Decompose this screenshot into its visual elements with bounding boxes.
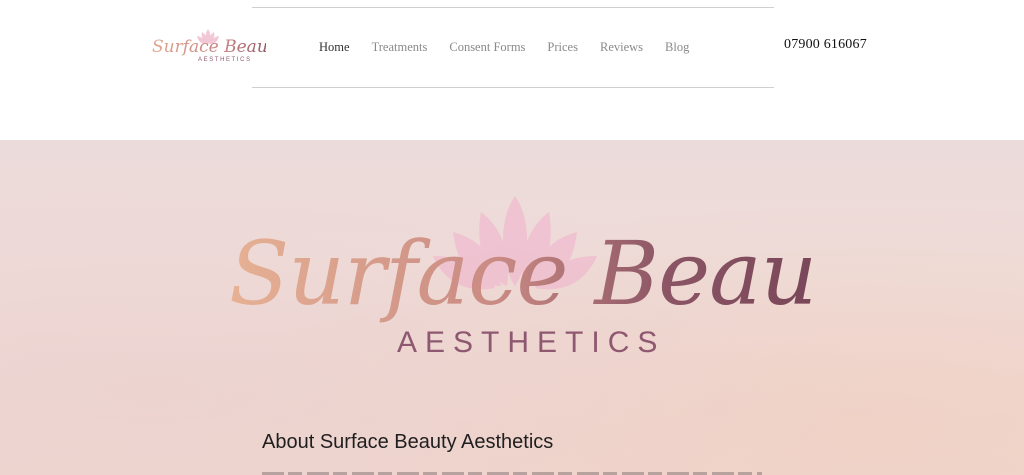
header-logo-graphic: Surface Beauty AESTHETICS	[152, 29, 266, 63]
header-top-divider	[252, 7, 774, 8]
hero-logo-graphic: Surface Beauty AESTHETICS	[229, 196, 815, 359]
header-logo[interactable]: Surface Beauty AESTHETICS	[150, 28, 266, 66]
main-nav: Home Treatments Consent Forms Prices Rev…	[308, 38, 711, 56]
nav-prices[interactable]: Prices	[547, 38, 578, 56]
header-logo-script: Surface Beauty	[152, 37, 266, 57]
nav-treatments[interactable]: Treatments	[372, 38, 428, 56]
nav-blog[interactable]: Blog	[665, 38, 689, 56]
page: Surface Beauty AESTHETICS Home Treatment…	[0, 0, 1024, 475]
hero-logo: Surface Beauty AESTHETICS	[225, 192, 815, 362]
hero-logo-subtitle: AESTHETICS	[397, 326, 665, 359]
about-body-text-cutoff	[262, 470, 762, 475]
nav-consent-forms[interactable]: Consent Forms	[449, 38, 525, 56]
phone-number[interactable]: 07900 616067	[784, 37, 867, 53]
about-heading: About Surface Beauty Aesthetics	[262, 431, 554, 453]
header-bottom-divider	[252, 87, 774, 88]
site-header: Surface Beauty AESTHETICS Home Treatment…	[0, 0, 1024, 140]
header-logo-subtitle: AESTHETICS	[198, 57, 252, 63]
nav-home[interactable]: Home	[319, 38, 350, 56]
hero-logo-script: Surface Beauty	[229, 222, 815, 325]
hero-banner: Surface Beauty AESTHETICS About Surface …	[0, 140, 1024, 475]
nav-reviews[interactable]: Reviews	[600, 38, 643, 56]
